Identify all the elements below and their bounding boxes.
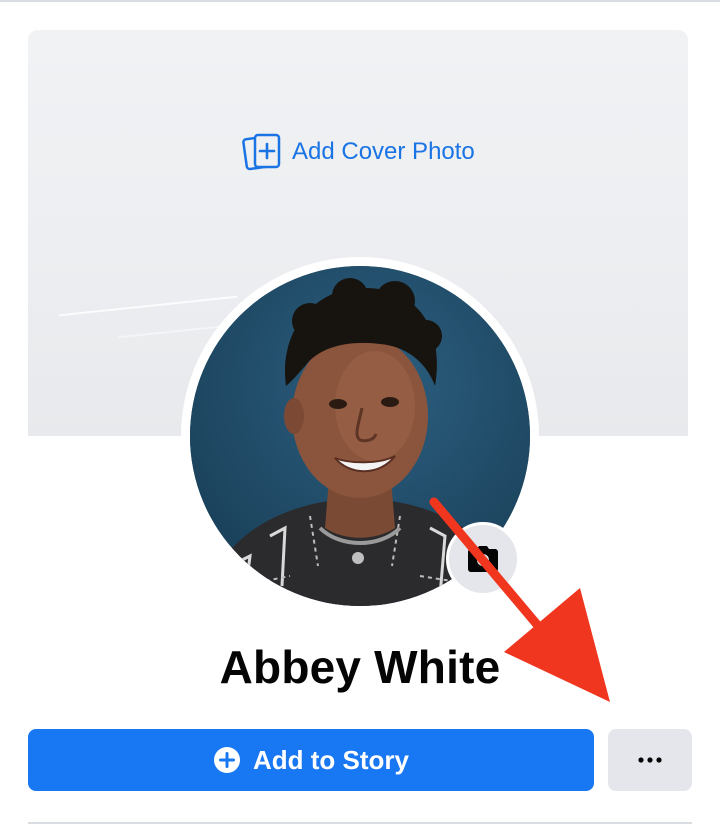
profile-name: Abbey White bbox=[219, 641, 501, 693]
more-dots-icon bbox=[638, 757, 662, 763]
add-to-story-label: Add to Story bbox=[253, 744, 409, 775]
more-options-button[interactable] bbox=[608, 729, 692, 791]
add-cover-photo-button[interactable]: Add Cover Photo bbox=[242, 132, 475, 172]
add-cover-photo-label: Add Cover Photo bbox=[292, 138, 475, 165]
add-to-story-button[interactable]: Add to Story bbox=[28, 729, 594, 791]
cover-decoration bbox=[58, 295, 238, 317]
top-divider bbox=[0, 0, 720, 2]
add-photo-icon bbox=[242, 133, 281, 171]
bottom-divider bbox=[28, 822, 692, 824]
plus-circle-icon bbox=[214, 747, 240, 773]
